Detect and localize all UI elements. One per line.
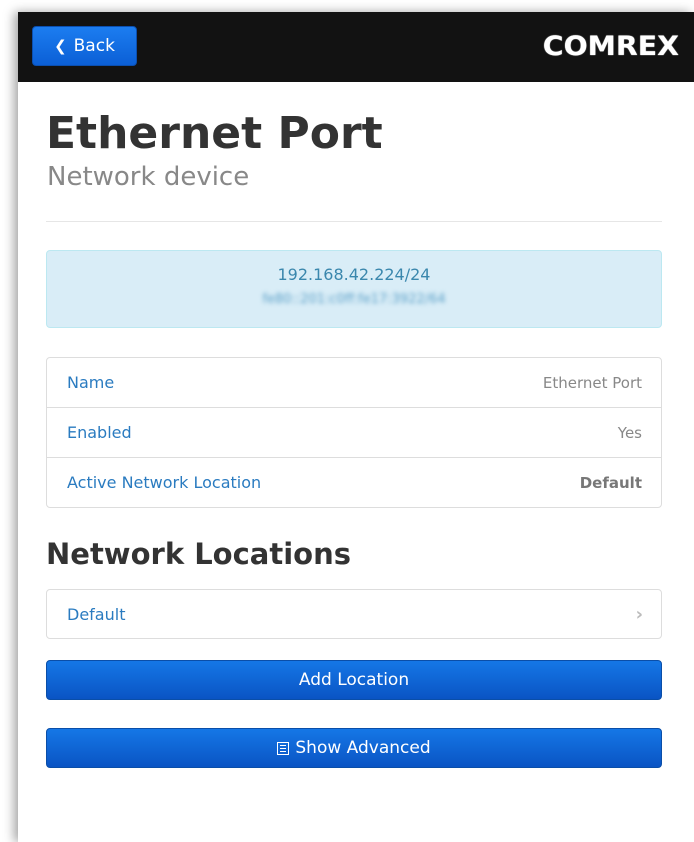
back-button-label: Back xyxy=(73,36,115,56)
info-row-active-location[interactable]: Active Network Location Default xyxy=(47,458,661,507)
device-info-table: Name Ethernet Port Enabled Yes Active Ne… xyxy=(46,357,662,508)
chevron-left-icon: ❮ xyxy=(54,37,67,55)
info-value: Ethernet Port xyxy=(542,373,642,392)
info-value: Default xyxy=(579,473,642,492)
location-item-label: Default xyxy=(67,604,126,624)
app-frame: ❮ Back COMREX Ethernet Port Network devi… xyxy=(18,12,694,842)
ipv6-address: fe80::201:c0ff:fe17:3922/64 xyxy=(262,292,446,307)
location-item-default[interactable]: Default › xyxy=(47,590,661,638)
info-row-name[interactable]: Name Ethernet Port xyxy=(47,358,661,408)
info-label: Name xyxy=(67,373,115,392)
page-title: Ethernet Port xyxy=(46,108,383,159)
add-location-label: Add Location xyxy=(298,670,410,690)
add-location-button[interactable]: Add Location xyxy=(46,660,662,700)
back-button[interactable]: ❮ Back xyxy=(32,26,137,66)
comrex-logo: COMREX xyxy=(543,31,680,62)
top-navbar: ❮ Back COMREX xyxy=(18,12,694,82)
chevron-right-icon: › xyxy=(635,603,643,625)
show-advanced-label: Show Advanced xyxy=(295,738,431,758)
info-label: Enabled xyxy=(67,423,132,442)
address-info-box: 192.168.42.224/24 fe80::201:c0ff:fe17:39… xyxy=(46,250,662,328)
info-value: Yes xyxy=(617,423,642,442)
header-divider xyxy=(46,221,662,222)
network-locations-list: Default › xyxy=(46,589,662,639)
info-label: Active Network Location xyxy=(67,473,262,492)
info-row-enabled[interactable]: Enabled Yes xyxy=(47,408,661,458)
ipv4-address: 192.168.42.224/24 xyxy=(277,265,431,284)
list-icon xyxy=(277,741,290,755)
network-locations-heading: Network Locations xyxy=(46,537,351,571)
show-advanced-button[interactable]: Show Advanced xyxy=(46,728,662,768)
page-subtitle: Network device xyxy=(47,162,250,192)
